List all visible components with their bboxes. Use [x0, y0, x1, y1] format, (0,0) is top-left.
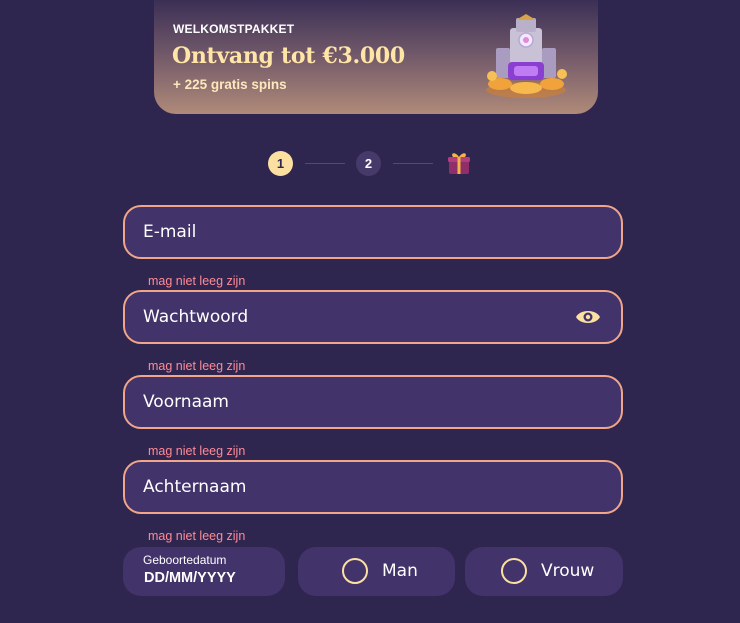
registration-stepper: 1 2 [268, 150, 478, 178]
step-connector [305, 163, 345, 164]
step-connector [393, 163, 433, 164]
lastname-field[interactable] [123, 460, 623, 514]
birthdate-label: Geboortedatum [143, 553, 227, 567]
gender-female-option[interactable]: Vrouw [465, 547, 623, 596]
firstname-error-message: mag niet leeg zijn [148, 444, 246, 458]
password-field[interactable] [123, 290, 623, 344]
lastname-error-message: mag niet leeg zijn [148, 529, 246, 543]
step-2-indicator: 2 [356, 151, 381, 176]
banner-subtitle: + 225 gratis spins [173, 77, 287, 92]
gender-male-label: Man [382, 561, 418, 581]
banner-kicker: WELKOMSTPAKKET [173, 22, 295, 36]
email-error-message: mag niet leeg zijn [148, 274, 246, 288]
birthdate-field[interactable]: Geboortedatum DD/MM/YYYY [123, 547, 285, 596]
welcome-bonus-banner: WELKOMSTPAKKET Ontvang tot €3.000 + 225 … [154, 0, 598, 114]
gift-icon [448, 153, 470, 174]
lastname-input[interactable] [143, 462, 573, 512]
radio-circle-icon[interactable] [501, 558, 527, 584]
step-1-indicator: 1 [268, 151, 293, 176]
email-field[interactable] [123, 205, 623, 259]
casino-tower-illustration [486, 14, 567, 98]
firstname-field[interactable] [123, 375, 623, 429]
password-input[interactable] [143, 292, 573, 342]
gender-female-label: Vrouw [541, 561, 595, 581]
firstname-input[interactable] [143, 377, 573, 427]
birthdate-value[interactable]: DD/MM/YYYY [144, 570, 236, 586]
password-error-message: mag niet leeg zijn [148, 359, 246, 373]
gender-male-option[interactable]: Man [298, 547, 455, 596]
show-password-eye-icon[interactable] [575, 307, 601, 327]
banner-headline: Ontvang tot €3.000 [172, 43, 405, 69]
email-input[interactable] [143, 207, 573, 257]
radio-circle-icon[interactable] [342, 558, 368, 584]
